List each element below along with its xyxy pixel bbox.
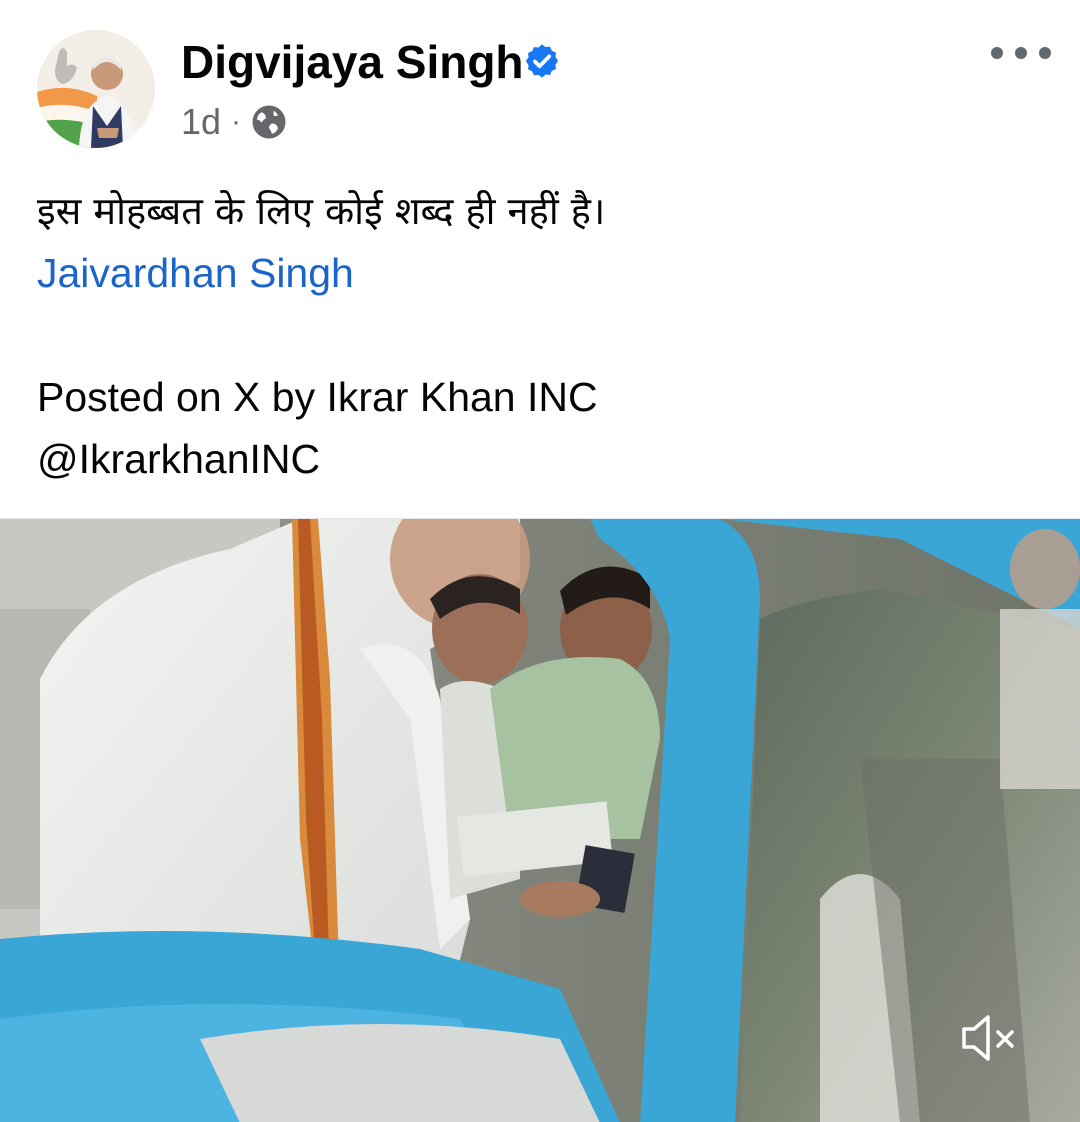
post-meta: 1d ·: [181, 100, 287, 144]
author-avatar[interactable]: [37, 30, 155, 148]
meta-separator: ·: [231, 105, 242, 138]
facebook-post: Digvijaya Singh 1d · इस मोहब्बत के लिए क…: [0, 0, 1080, 1122]
post-video[interactable]: [0, 518, 1080, 1122]
mention-link[interactable]: Jaivardhan Singh: [37, 242, 1047, 304]
author-name[interactable]: Digvijaya Singh: [181, 34, 524, 90]
more-options-icon[interactable]: [986, 36, 1056, 70]
source-handle: @IkrarkhanINC: [37, 436, 321, 482]
text-spacer: [37, 304, 1047, 366]
post-text: इस मोहब्बत के लिए कोई शब्द ही नहीं है। J…: [37, 180, 1047, 490]
globe-icon: [252, 105, 286, 139]
source-line: Posted on X by Ikrar Khan INC: [37, 374, 598, 420]
avatar-image: [37, 30, 155, 148]
verified-badge-icon: [525, 44, 559, 78]
video-frame: [0, 519, 1080, 1122]
post-text-hindi: इस मोहब्बत के लिए कोई शब्द ही नहीं है।: [37, 189, 606, 233]
muted-speaker-icon[interactable]: [956, 1005, 1022, 1071]
post-time[interactable]: 1d: [181, 101, 221, 143]
